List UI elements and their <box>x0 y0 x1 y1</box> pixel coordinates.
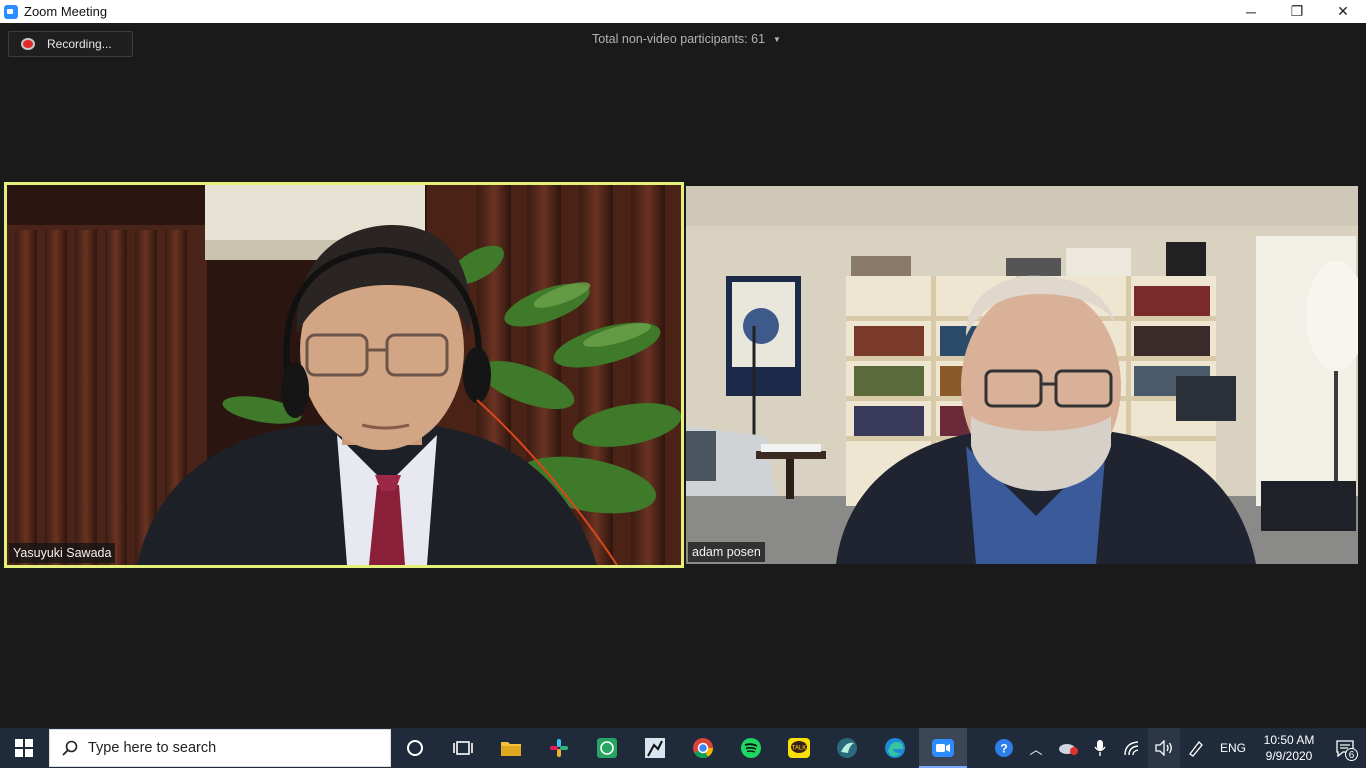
recording-indicator[interactable]: Recording... <box>8 31 133 57</box>
taskbar-search-input[interactable]: Type here to search <box>49 729 391 767</box>
slack-icon <box>550 739 568 757</box>
taskbar-app-edge[interactable] <box>871 728 919 768</box>
taskbar-app-zoom[interactable] <box>919 728 967 768</box>
participants-dropdown[interactable]: Total non-video participants: 61 ▼ <box>592 32 781 46</box>
taskbar-app-slack[interactable] <box>535 728 583 768</box>
video-tile[interactable]: adam posen <box>686 186 1358 564</box>
svg-text:TALK: TALK <box>792 746 807 752</box>
volume-tray-button[interactable] <box>1148 728 1180 768</box>
notification-count-badge: 6 <box>1345 748 1358 761</box>
chevron-up-icon: ︿ <box>1029 741 1043 757</box>
taskbar-app-whatsapp[interactable] <box>583 728 631 768</box>
clock-time: 10:50 AM <box>1263 733 1315 747</box>
task-view-icon <box>453 741 473 755</box>
taskbar-app-bird[interactable] <box>823 728 871 768</box>
restore-button[interactable]: ❐ <box>1274 0 1320 23</box>
show-hidden-icons-button[interactable]: ︿ <box>1020 728 1052 768</box>
windows-logo-icon <box>15 739 33 757</box>
edge-icon <box>885 738 905 758</box>
onedrive-tray-button[interactable] <box>1052 728 1084 768</box>
window-controls: ─ ❐ ✕ <box>1228 0 1366 23</box>
video-feed <box>686 186 1358 564</box>
minimize-button[interactable]: ─ <box>1228 0 1274 23</box>
help-icon: ? <box>995 739 1013 757</box>
meeting-area: Recording... Total non-video participant… <box>0 23 1366 728</box>
chrome-icon <box>693 738 714 759</box>
cortana-button[interactable] <box>391 728 439 768</box>
speaker-volume-icon <box>1155 740 1172 756</box>
clock-date: 9/9/2020 <box>1265 749 1313 763</box>
taskbar-app-kindle[interactable] <box>631 728 679 768</box>
zoom-app-icon <box>4 4 18 19</box>
search-icon <box>62 740 78 756</box>
bird-app-icon <box>837 738 857 758</box>
taskbar-app-chrome[interactable] <box>679 728 727 768</box>
spotify-icon <box>741 738 761 758</box>
microphone-tray-button[interactable] <box>1084 728 1116 768</box>
video-feed <box>7 185 681 565</box>
file-explorer-icon <box>501 742 521 756</box>
video-tile-active-speaker[interactable]: Yasuyuki Sawada <box>4 182 684 568</box>
input-language-indicator[interactable]: ENG <box>1212 741 1254 755</box>
recording-icon <box>21 38 35 50</box>
window-title: Zoom Meeting <box>24 4 108 19</box>
zoom-icon <box>932 739 954 757</box>
participant-name-tag: Yasuyuki Sawada <box>9 543 116 563</box>
participant-name-tag: adam posen <box>688 542 765 562</box>
microphone-icon <box>1094 740 1106 756</box>
kakaotalk-icon: TALK <box>788 738 810 758</box>
wifi-icon <box>1124 741 1139 756</box>
taskbar-app-kakaotalk[interactable]: TALK <box>775 728 823 768</box>
close-button[interactable]: ✕ <box>1320 0 1366 23</box>
svg-text:?: ? <box>1000 742 1007 756</box>
action-center-button[interactable]: 6 <box>1324 728 1366 768</box>
recording-label: Recording... <box>47 37 112 51</box>
task-view-button[interactable] <box>439 728 487 768</box>
network-tray-button[interactable] <box>1116 728 1148 768</box>
window-title-bar: Zoom Meeting ─ ❐ ✕ <box>0 0 1366 23</box>
pen-tray-button[interactable] <box>1180 728 1212 768</box>
onedrive-error-icon <box>1059 744 1078 755</box>
help-tray-button[interactable]: ? <box>988 728 1020 768</box>
windows-taskbar: Type here to search TALK ? ︿ ENG 10:50 A… <box>0 728 1366 768</box>
taskbar-clock[interactable]: 10:50 AM 9/9/2020 <box>1254 732 1324 764</box>
taskbar-app-spotify[interactable] <box>727 728 775 768</box>
kindle-icon <box>645 738 665 758</box>
whatsapp-icon <box>597 738 617 758</box>
taskbar-app-file-explorer[interactable] <box>487 728 535 768</box>
system-tray: ? ︿ ENG 10:50 AM 9/9/2020 6 <box>988 728 1366 768</box>
cortana-icon <box>407 740 423 756</box>
start-button[interactable] <box>0 728 48 768</box>
participants-label: Total non-video participants: 61 <box>592 32 766 46</box>
pen-workspace-icon <box>1189 741 1203 757</box>
search-placeholder: Type here to search <box>88 740 217 756</box>
chevron-down-icon: ▼ <box>773 34 781 44</box>
